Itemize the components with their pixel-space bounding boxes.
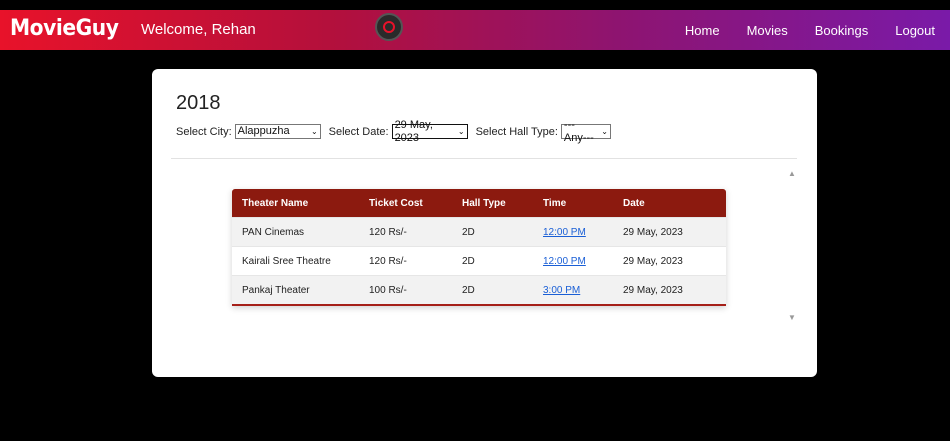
scroll-down-icon[interactable]: ▼ <box>788 313 796 322</box>
city-label: Select City: <box>176 125 232 138</box>
nav-bookings[interactable]: Bookings <box>815 23 868 38</box>
welcome-text: Welcome, Rehan <box>141 21 256 38</box>
header-ticket-cost: Ticket Cost <box>369 197 423 209</box>
table-header: Theater Name Ticket Cost Hall Type Time … <box>232 189 726 217</box>
hall-label: Select Hall Type: <box>475 125 558 138</box>
nav-logout[interactable]: Logout <box>895 23 935 38</box>
avatar-icon[interactable] <box>375 13 403 41</box>
hall-select[interactable]: ---Any--- ⌄ <box>560 119 611 144</box>
nav-movies[interactable]: Movies <box>747 23 788 38</box>
theater-name: PAN Cinemas <box>242 226 305 238</box>
ticket-cost: 120 Rs/- <box>369 226 407 238</box>
showtime-link[interactable]: 12:00 PM <box>543 227 586 238</box>
hall-select-value: ---Any--- <box>563 118 594 144</box>
date-select-value: 29 May, 2023 <box>394 118 433 144</box>
filters-bar: Select City: Alappuzha ⌄ Select Date: 29 … <box>176 119 611 144</box>
ticket-cost: 100 Rs/- <box>369 284 407 296</box>
hall-type: 2D <box>462 284 475 296</box>
show-date: 29 May, 2023 <box>623 226 683 238</box>
theater-name: Kairali Sree Theatre <box>242 255 331 267</box>
header-time: Time <box>543 197 567 209</box>
chevron-down-icon: ⌄ <box>457 127 465 136</box>
show-date: 29 May, 2023 <box>623 255 683 267</box>
scroll-up-icon[interactable]: ▲ <box>788 169 796 178</box>
table-row: PAN Cinemas 120 Rs/- 2D 12:00 PM 29 May,… <box>232 217 726 246</box>
ticket-cost: 120 Rs/- <box>369 255 407 267</box>
header-hall-type: Hall Type <box>462 197 506 209</box>
hall-type: 2D <box>462 226 475 238</box>
city-select-value: Alappuzha <box>237 125 290 137</box>
chevron-down-icon: ⌄ <box>310 127 318 136</box>
header-date: Date <box>623 197 645 209</box>
chevron-down-icon: ⌄ <box>601 127 608 136</box>
date-label: Select Date: <box>328 125 389 138</box>
header-theater-name: Theater Name <box>242 197 309 209</box>
movie-title: 2018 <box>176 92 221 114</box>
brand-logo[interactable]: MovieGuy <box>10 16 119 41</box>
table-row: Kairali Sree Theatre 120 Rs/- 2D 12:00 P… <box>232 246 726 275</box>
show-date: 29 May, 2023 <box>623 284 683 296</box>
navbar: MovieGuy Welcome, Rehan Home Movies Book… <box>0 10 950 50</box>
showtime-link[interactable]: 3:00 PM <box>543 285 580 296</box>
divider <box>171 158 797 159</box>
hall-type: 2D <box>462 255 475 267</box>
showtime-link[interactable]: 12:00 PM <box>543 256 586 267</box>
nav-links: Home Movies Bookings Logout <box>658 10 950 50</box>
avatar-dot <box>383 21 395 33</box>
city-select[interactable]: Alappuzha ⌄ <box>234 124 321 139</box>
date-select[interactable]: 29 May, 2023 ⌄ <box>391 119 468 144</box>
table-row: Pankaj Theater 100 Rs/- 2D 3:00 PM 29 Ma… <box>232 275 726 304</box>
showtimes-table: Theater Name Ticket Cost Hall Type Time … <box>232 189 726 306</box>
showtimes-card: 2018 Select City: Alappuzha ⌄ Select Date… <box>152 69 817 377</box>
nav-home[interactable]: Home <box>685 23 720 38</box>
theater-name: Pankaj Theater <box>242 284 310 296</box>
